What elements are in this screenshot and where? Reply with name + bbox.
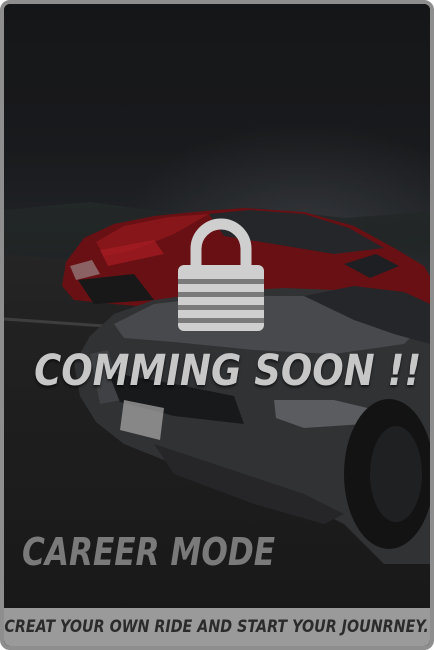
career-mode-card[interactable]: COMMING SOON !! CAREER MODE CREAT YOUR O… [0, 0, 434, 650]
tagline-bar: CREAT YOUR OWN RIDE AND START YOUR JOUNR… [4, 608, 430, 646]
tagline-text: CREAT YOUR OWN RIDE AND START YOUR JOUNR… [4, 617, 430, 637]
mode-title: CAREER MODE [22, 530, 276, 574]
coming-soon-text: COMMING SOON !! [34, 346, 422, 396]
lock-icon [178, 218, 264, 331]
